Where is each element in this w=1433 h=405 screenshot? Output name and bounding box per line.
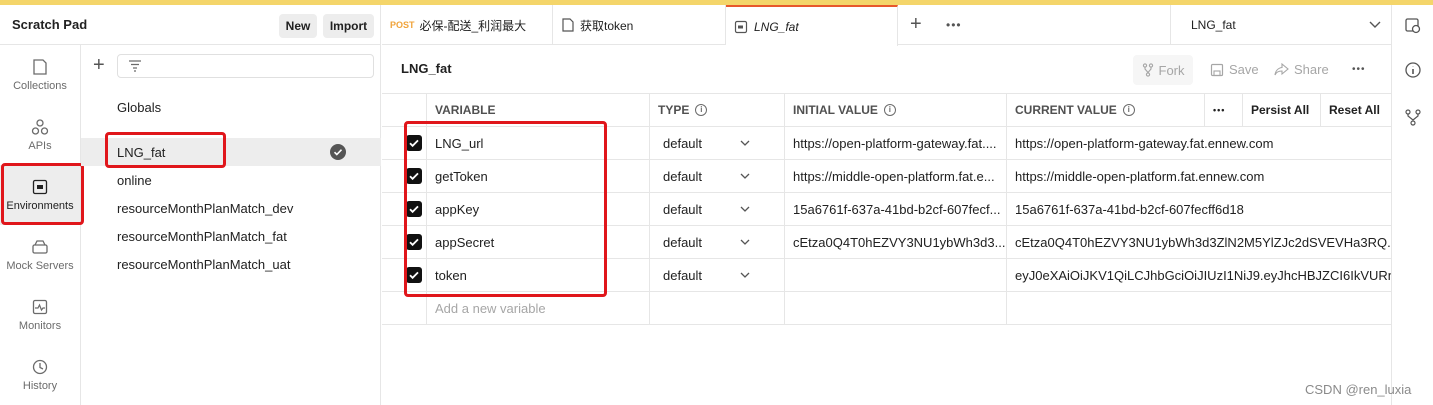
save-icon [1210,63,1224,76]
rail-label: Monitors [18,320,62,332]
initial-value-cell[interactable]: 15a6761f-637a-41bd-b2cf-607fecf... [784,193,1006,225]
initial-value-cell[interactable]: https://open-platform-gateway.fat.... [784,127,1006,159]
more-options-icon[interactable]: ••• [1352,64,1366,75]
sidebar-rail: Collections APIs Environments Mock Serve… [0,45,81,405]
reset-all-button[interactable]: Reset All [1320,94,1391,126]
environment-quick-look-icon[interactable] [1404,17,1422,35]
current-value-cell[interactable]: eyJ0eXAiOiJKV1QiLCJhbGciOiJIUzI1NiJ9.eyJ… [1006,259,1391,291]
env-item-uat[interactable]: resourceMonthPlanMatch_uat [81,250,381,278]
current-value-cell[interactable]: https://middle-open-platform.fat.ennew.c… [1006,160,1391,192]
rail-label: APIs [28,140,52,152]
type-select[interactable]: default [649,259,784,291]
new-button[interactable]: New [279,14,317,38]
empty-cell [1006,292,1391,324]
type-select[interactable]: default [649,226,784,258]
empty-cell [784,292,1006,324]
filter-input[interactable] [117,54,374,78]
chevron-down-icon [740,173,750,179]
header-initial-value: INITIAL VALUE i [784,94,1006,126]
info-icon[interactable]: i [1122,104,1135,116]
watermark: CSDN @ren_luxia [1305,382,1412,397]
workspace-header: Scratch Pad New Import [0,5,381,45]
tab-environment[interactable]: LNG_fat [726,5,898,46]
import-button[interactable]: Import [323,14,374,38]
share-label: Share [1294,62,1329,77]
fork-label: Fork [1158,62,1185,78]
empty-cell [649,292,784,324]
apis-icon [31,119,49,135]
info-icon[interactable] [1404,61,1422,79]
chevron-down-icon [740,272,750,278]
current-value-cell[interactable]: https://open-platform-gateway.fat.ennew.… [1006,127,1391,159]
fork-button[interactable]: Fork [1133,55,1193,85]
initial-value-cell[interactable]: cEtza0Q4T0hEZVY3NU1ybWh3d3... [784,226,1006,258]
collections-icon [33,59,47,75]
share-button[interactable]: Share [1274,62,1329,77]
rail-label: History [22,380,58,392]
persist-all-button[interactable]: Persist All [1242,94,1320,126]
env-item-dev[interactable]: resourceMonthPlanMatch_dev [81,194,381,222]
new-tab-icon[interactable]: + [910,13,922,36]
type-select[interactable]: default [649,160,784,192]
highlight-box-active-env [105,132,226,168]
request-icon [562,18,574,32]
environment-title: LNG_fat [401,61,452,76]
rail-item-monitors[interactable]: Monitors [0,285,80,345]
add-environment-icon[interactable]: + [93,55,105,75]
rail-label: Collections [13,80,67,92]
tab-label: 获取token [580,18,634,33]
active-check-icon [330,144,346,160]
header-more-icon[interactable]: ••• [1204,94,1242,126]
environment-selector[interactable]: LNG_fat [1170,5,1391,45]
info-icon[interactable]: i [883,104,896,116]
header-current-value: CURRENT VALUE i [1006,94,1204,126]
fork-graph-icon[interactable] [1404,108,1422,126]
tab-label: LNG_fat [754,19,799,34]
chevron-down-icon [740,140,750,146]
info-icon[interactable]: i [695,104,708,116]
highlight-box-environments [1,163,84,225]
history-icon [32,359,48,375]
rail-label: Mock Servers [6,260,74,272]
method-badge: POST [390,20,415,30]
chevron-down-icon [740,206,750,212]
type-select[interactable]: default [649,193,784,225]
mock-servers-icon [32,240,48,254]
right-sidebar [1391,5,1433,405]
monitors-icon [32,299,48,315]
tab-get-token[interactable]: 获取token [553,5,726,45]
share-icon [1274,63,1289,76]
chevron-down-icon [740,239,750,245]
tab-label: 必保-配送_利润最大 [419,18,527,33]
chevron-down-icon [1369,21,1381,28]
rail-item-collections[interactable]: Collections [0,45,80,105]
header-type: TYPE i [649,94,784,126]
env-item-fat[interactable]: resourceMonthPlanMatch_fat [81,222,381,250]
rail-item-apis[interactable]: APIs [0,105,80,165]
environment-tab-icon [734,20,748,33]
save-button[interactable]: Save [1210,62,1259,77]
fork-icon [1142,63,1153,77]
initial-value-cell[interactable]: https://middle-open-platform.fat.e... [784,160,1006,192]
workspace-title: Scratch Pad [12,17,88,32]
save-label: Save [1229,62,1259,77]
tab-request-post[interactable]: POST 必保-配送_利润最大 [382,5,553,45]
current-value-cell[interactable]: cEtza0Q4T0hEZVY3NU1ybWh3d3ZlN2M5YlZJc2dS… [1006,226,1391,258]
rail-item-mock-servers[interactable]: Mock Servers [0,225,80,285]
rail-item-history[interactable]: History [0,345,80,405]
filter-icon [129,60,141,72]
env-item-globals[interactable]: Globals [81,93,381,121]
tab-options-icon[interactable]: ••• [946,18,962,32]
type-select[interactable]: default [649,127,784,159]
current-value-cell[interactable]: 15a6761f-637a-41bd-b2cf-607fecff6d18 [1006,193,1391,225]
env-item-online[interactable]: online [81,166,381,194]
environment-selector-value: LNG_fat [1191,17,1236,32]
initial-value-cell[interactable] [784,259,1006,291]
highlight-box-variables [404,121,607,297]
environment-list: + Globals LNG_fat online resourceMonthPl… [81,45,381,405]
